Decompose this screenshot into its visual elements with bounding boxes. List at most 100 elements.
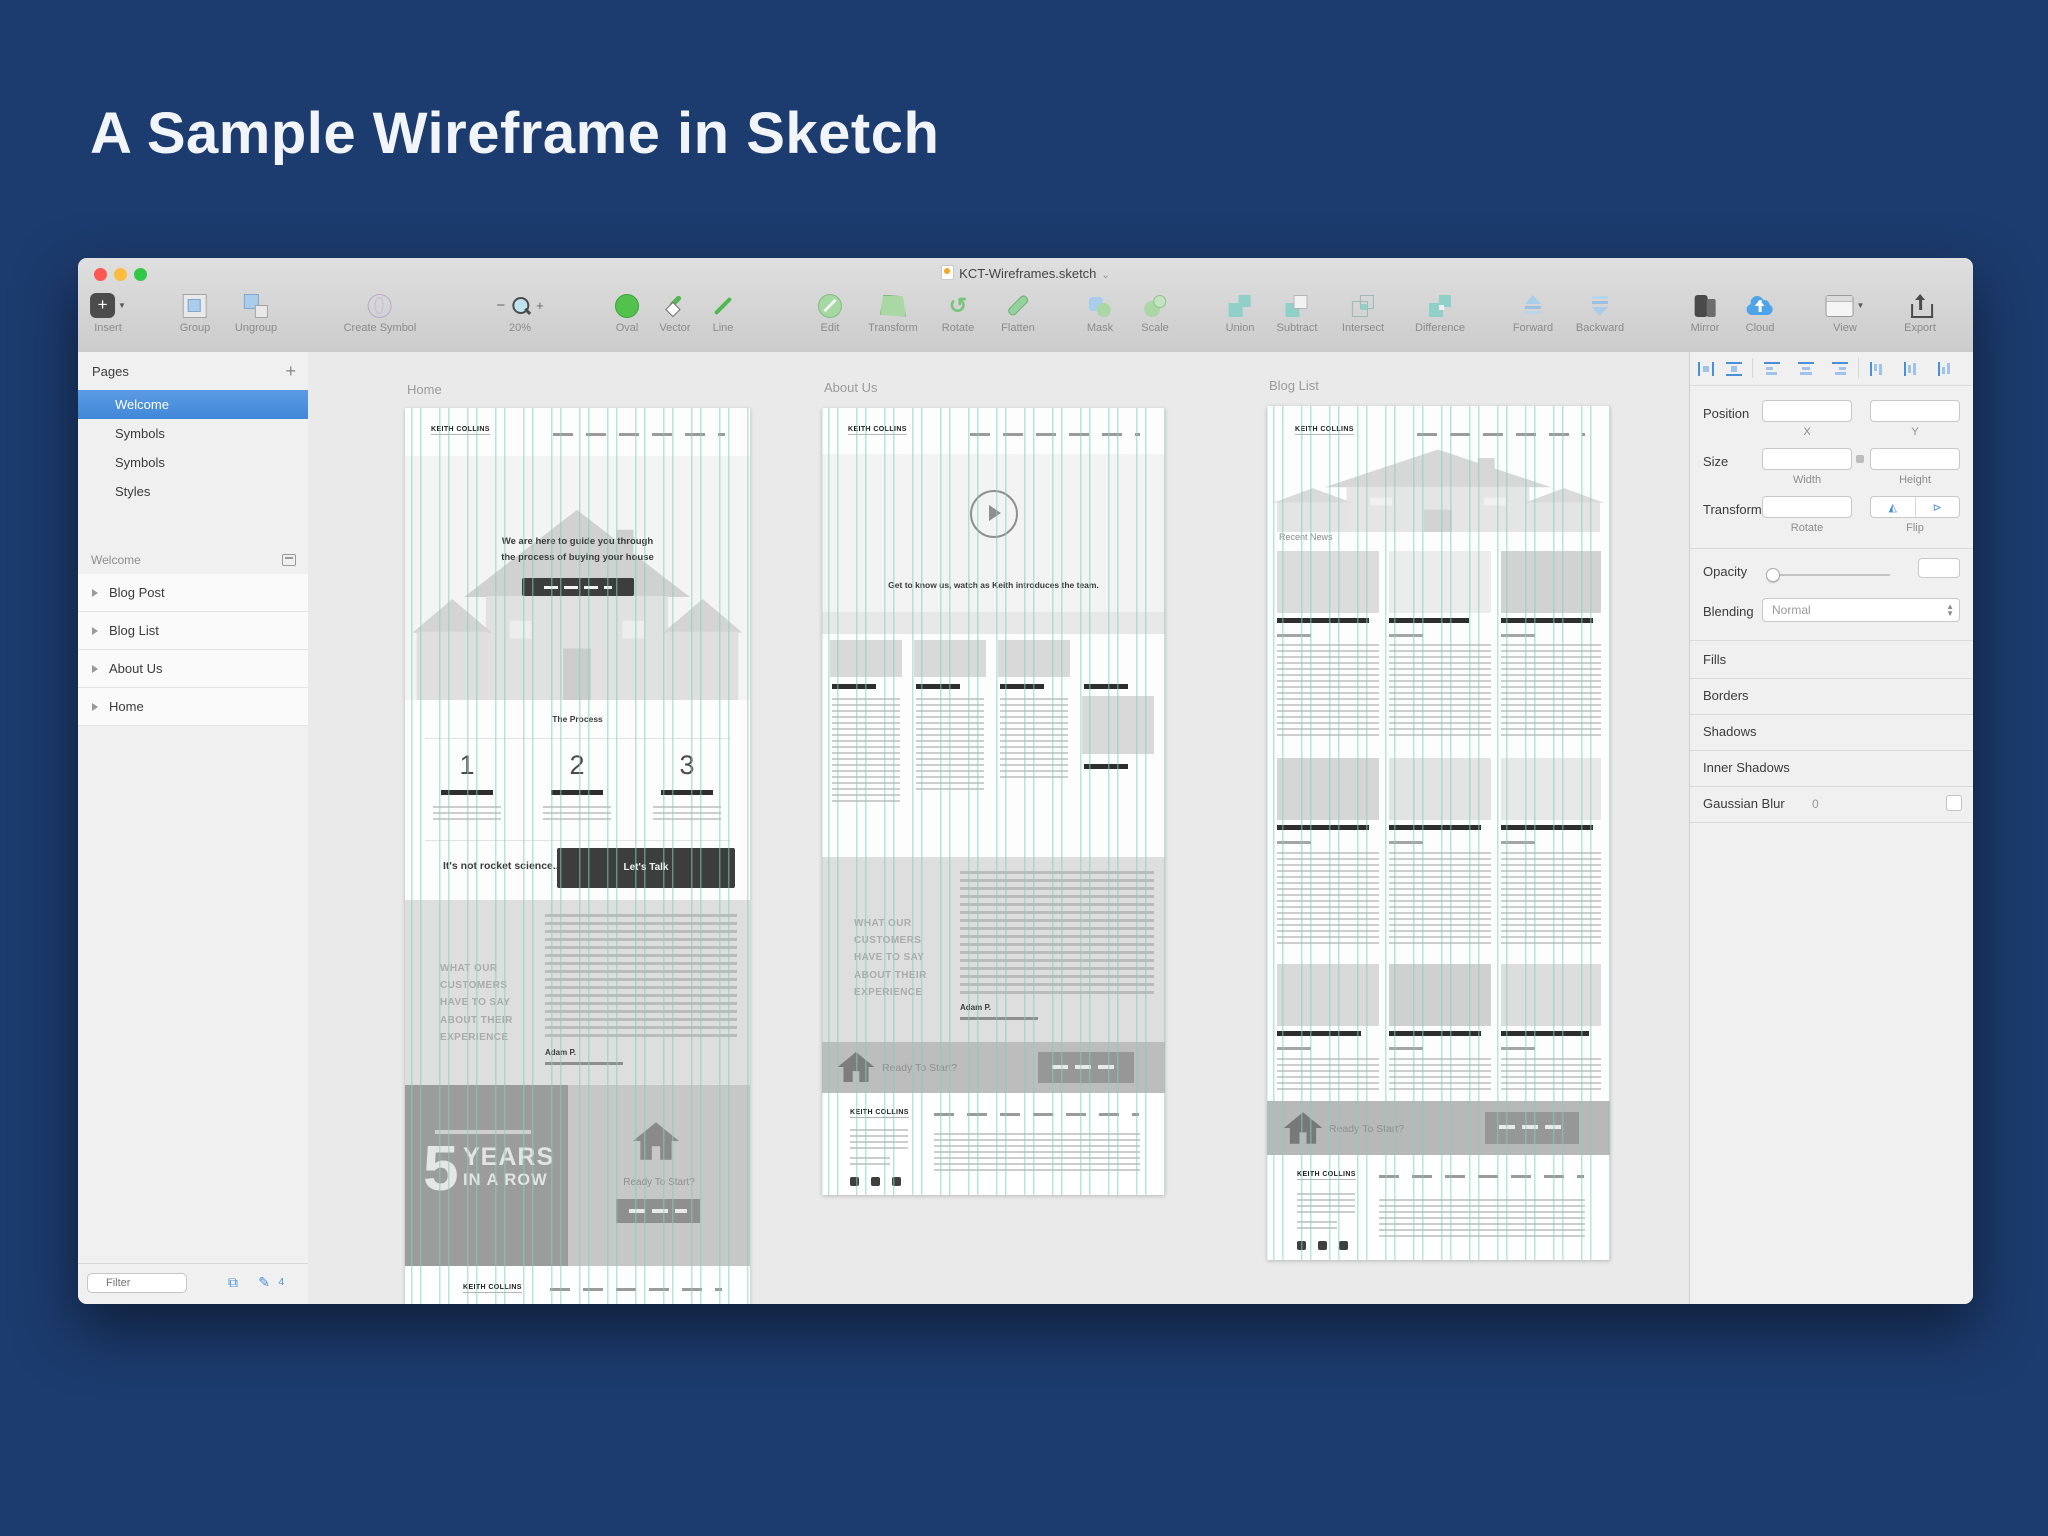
toolbar-edit[interactable]: Edit: [818, 289, 842, 334]
layer-item-blog-post[interactable]: Blog Post: [78, 574, 308, 612]
toolbar-export[interactable]: Export: [1904, 289, 1936, 334]
step-caption-placeholder: [551, 790, 603, 800]
width-field[interactable]: [1762, 448, 1852, 470]
flip-vertical-icon[interactable]: ⊳: [1916, 497, 1960, 517]
align-middle-vertical-icon[interactable]: [1904, 362, 1918, 376]
create-symbol-icon: [367, 293, 392, 318]
blog-meta-placeholder: [1389, 841, 1423, 844]
toolbar-scale[interactable]: Scale: [1141, 289, 1169, 334]
gaussian-blur-section-label[interactable]: Gaussian Blur: [1703, 796, 1785, 811]
shadows-section-label[interactable]: Shadows: [1703, 724, 1756, 739]
toolbar-mask[interactable]: Mask: [1087, 289, 1113, 334]
toolbar-view[interactable]: ▼ View: [1825, 289, 1864, 334]
toolbar-create-symbol[interactable]: Create Symbol: [344, 289, 416, 334]
blending-select[interactable]: Normal ▲ ▼: [1762, 598, 1960, 622]
opacity-slider-knob[interactable]: [1766, 568, 1780, 582]
zoom-out-icon[interactable]: −: [496, 297, 505, 314]
transform-icon: [880, 294, 906, 317]
toolbar-rotate[interactable]: ↺ Rotate: [942, 289, 974, 334]
toolbar-flatten[interactable]: Flatten: [1001, 289, 1035, 334]
window-title-row: KCT-Wireframes.sketch ⌄: [78, 265, 1973, 281]
toolbar-insert[interactable]: + ▼ Insert: [90, 289, 126, 334]
disclosure-triangle-icon[interactable]: [92, 665, 98, 673]
rotate-sublabel: Rotate: [1790, 522, 1824, 534]
toolbar-difference[interactable]: Difference: [1415, 289, 1465, 334]
layer-item-about-us[interactable]: About Us: [78, 650, 308, 688]
brush-icon[interactable]: ✎: [258, 1274, 270, 1291]
fills-section-label[interactable]: Fills: [1703, 652, 1726, 667]
alignment-toolbar: [1690, 352, 1973, 386]
position-x-field[interactable]: [1762, 400, 1852, 422]
y-sublabel: Y: [1911, 426, 1919, 438]
toolbar-ungroup[interactable]: Ungroup: [235, 289, 277, 334]
canvas[interactable]: Home KEITH COLLINS We are here to guide …: [308, 352, 1690, 1304]
height-field[interactable]: [1870, 448, 1960, 470]
recent-news-title: Recent News: [1279, 532, 1333, 542]
toolbar-group[interactable]: Group: [180, 289, 210, 334]
opacity-value-field[interactable]: [1918, 558, 1960, 578]
gaussian-blur-checkbox[interactable]: [1946, 795, 1962, 811]
pages-panel-icon[interactable]: ⧉: [228, 1274, 238, 1291]
award-word-2: IN A ROW: [463, 1171, 548, 1189]
blog-image-placeholder: [1277, 551, 1379, 613]
artboard-label-about[interactable]: About Us: [824, 380, 877, 395]
artboard-icon: [282, 554, 296, 566]
artboard-label-home[interactable]: Home: [407, 382, 442, 397]
distribute-horizontally-icon[interactable]: [1698, 362, 1714, 376]
blog-image-placeholder: [1501, 964, 1601, 1026]
page-item-symbols[interactable]: Symbols: [78, 419, 308, 448]
align-right-icon[interactable]: [1832, 362, 1848, 376]
rotate-field[interactable]: [1762, 496, 1852, 518]
distribute-vertically-icon[interactable]: [1726, 362, 1742, 376]
opacity-slider[interactable]: [1768, 574, 1890, 576]
toolbar-intersect[interactable]: Intersect: [1342, 289, 1384, 334]
align-center-horizontal-icon[interactable]: [1798, 362, 1814, 376]
toolbar-transform[interactable]: Transform: [868, 289, 918, 334]
toolbar-forward[interactable]: Forward: [1513, 289, 1553, 334]
toolbar-vector[interactable]: Vector: [659, 289, 691, 334]
disclosure-triangle-icon[interactable]: [92, 627, 98, 635]
disclosure-triangle-icon[interactable]: [92, 703, 98, 711]
toolbar-union[interactable]: Union: [1226, 289, 1254, 334]
artboard-label-blog[interactable]: Blog List: [1269, 378, 1319, 393]
filter-input[interactable]: [87, 1273, 187, 1293]
artboard-blog-list[interactable]: KEITH COLLINS Recent News Ready To Start…: [1267, 406, 1610, 1260]
blog-meta-placeholder: [1501, 841, 1535, 844]
toolbar-mirror[interactable]: Mirror: [1691, 289, 1719, 334]
page-item-welcome[interactable]: Welcome: [78, 390, 308, 419]
align-bottom-icon[interactable]: [1938, 362, 1952, 376]
layer-item-home[interactable]: Home: [78, 688, 308, 726]
step-number-3: 3: [679, 750, 695, 780]
flip-horizontal-icon[interactable]: ◭: [1871, 497, 1916, 517]
document-icon: [941, 265, 955, 280]
insert-icon: +: [90, 293, 116, 318]
artboard-about[interactable]: KEITH COLLINS Get to know us, watch as K…: [822, 408, 1165, 1195]
page-item-symbols-2[interactable]: Symbols: [78, 448, 308, 477]
add-page-button[interactable]: +: [285, 361, 296, 382]
align-top-icon[interactable]: [1870, 362, 1884, 376]
flip-control[interactable]: ◭ ⊳: [1870, 496, 1960, 518]
toolbar-oval[interactable]: Oval: [615, 289, 639, 334]
artboard-home[interactable]: KEITH COLLINS We are here to guide you t…: [405, 408, 750, 1304]
blog-title-placeholder: [1501, 1031, 1589, 1041]
page-item-styles[interactable]: Styles: [78, 477, 308, 506]
toolbar-cloud[interactable]: Cloud: [1746, 289, 1774, 334]
social-icons: [1297, 1241, 1348, 1250]
align-left-icon[interactable]: [1764, 362, 1780, 376]
zoom-in-icon[interactable]: +: [536, 298, 544, 313]
position-y-field[interactable]: [1870, 400, 1960, 422]
lets-talk-label: Let's Talk: [623, 862, 669, 873]
lock-aspect-icon[interactable]: [1856, 455, 1864, 463]
borders-section-label[interactable]: Borders: [1703, 688, 1749, 703]
disclosure-triangle-icon[interactable]: [92, 589, 98, 597]
inner-shadows-section-label[interactable]: Inner Shadows: [1703, 760, 1790, 775]
toolbar-zoom[interactable]: − + 20%: [496, 289, 544, 334]
toolbar-backward[interactable]: Backward: [1576, 289, 1624, 334]
toolbar-subtract[interactable]: Subtract: [1277, 289, 1317, 334]
testimonial-heading: WHAT OUR CUSTOMERS HAVE TO SAY ABOUT THEIR E…: [440, 963, 513, 1043]
chevron-down-icon[interactable]: ⌄: [1101, 270, 1109, 281]
layer-item-blog-list[interactable]: Blog List: [78, 612, 308, 650]
team-name-placeholder: [1000, 684, 1044, 689]
step-number-2: 2: [569, 750, 585, 780]
toolbar-line[interactable]: Line: [712, 289, 734, 334]
